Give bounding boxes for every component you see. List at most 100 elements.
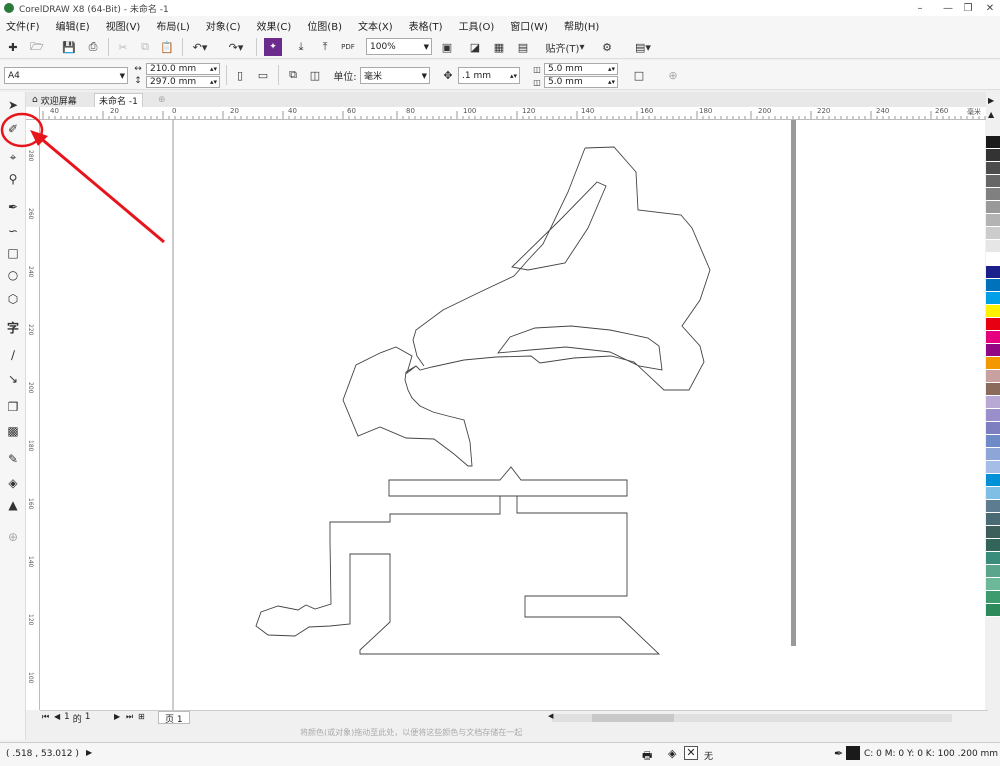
- search-content-icon[interactable]: ✦: [264, 38, 282, 56]
- palette-swatch[interactable]: [986, 539, 1000, 552]
- maximize-button[interactable]: ❐: [956, 0, 980, 16]
- palette-swatch[interactable]: [986, 162, 1000, 175]
- palette-swatch[interactable]: [986, 578, 1000, 591]
- menu-tools[interactable]: 工具(O): [459, 18, 495, 33]
- scrollbar-thumb[interactable]: [592, 714, 674, 722]
- page-width-field[interactable]: 210.0 mm ▴▾: [146, 63, 220, 75]
- palette-swatch[interactable]: [986, 526, 1000, 539]
- expand-panel-icon[interactable]: ▶: [988, 96, 994, 105]
- paste-icon[interactable]: 📋: [158, 38, 176, 56]
- close-button[interactable]: ✕: [978, 0, 1000, 16]
- palette-swatch[interactable]: [986, 487, 1000, 500]
- menu-help[interactable]: 帮助(H): [564, 18, 599, 33]
- horn-inner-highlight[interactable]: [511, 181, 607, 271]
- palette-swatch[interactable]: [986, 344, 1000, 357]
- palette-swatch[interactable]: [986, 448, 1000, 461]
- palette-swatch[interactable]: [986, 565, 1000, 578]
- palette-swatch[interactable]: [986, 214, 1000, 227]
- palette-swatch[interactable]: [986, 409, 1000, 422]
- menu-bitmaps[interactable]: 位图(B): [307, 18, 342, 33]
- show-guidelines-icon[interactable]: ▤: [514, 38, 532, 56]
- palette-swatch[interactable]: [986, 175, 1000, 188]
- open-folder-icon[interactable]: 🗁: [26, 38, 48, 56]
- minimize-icon[interactable]: –: [908, 0, 932, 16]
- no-fill-swatch[interactable]: ✕: [684, 746, 698, 760]
- export-icon[interactable]: ⤒: [316, 38, 334, 56]
- treat-as-filled-icon[interactable]: □: [630, 66, 648, 84]
- page-size-select[interactable]: A4 ▼: [4, 67, 128, 84]
- palette-swatch[interactable]: [986, 461, 1000, 474]
- undo-icon[interactable]: ↶▾: [188, 38, 212, 56]
- palette-swatch[interactable]: [986, 500, 1000, 513]
- all-pages-icon[interactable]: ⧉: [284, 66, 302, 84]
- tab-welcome[interactable]: ⌂ 欢迎屏幕: [28, 93, 81, 107]
- menu-window[interactable]: 窗口(W): [510, 18, 548, 33]
- new-document-icon[interactable]: ✚: [4, 38, 22, 56]
- page-height-field[interactable]: 297.0 mm ▴▾: [146, 76, 220, 88]
- horn-and-arm-outline[interactable]: [342, 146, 711, 467]
- palette-swatch[interactable]: [986, 552, 1000, 565]
- landscape-icon[interactable]: ▭: [254, 66, 272, 84]
- gramophone-body[interactable]: [255, 496, 661, 655]
- palette-swatch[interactable]: [986, 279, 1000, 292]
- duplicate-y-field[interactable]: 5.0 mm ▴▾: [544, 76, 618, 88]
- current-page-icon[interactable]: ◫: [306, 66, 324, 84]
- application-launcher-icon[interactable]: ▤▾: [628, 38, 658, 56]
- smart-fill-icon[interactable]: ▲: [4, 496, 22, 514]
- cut-icon[interactable]: ✂: [114, 38, 132, 56]
- redo-icon[interactable]: ↷▾: [224, 38, 248, 56]
- scroll-up-icon[interactable]: ▲: [988, 110, 994, 119]
- full-screen-icon[interactable]: ▣: [438, 38, 456, 56]
- palette-swatch[interactable]: [986, 357, 1000, 370]
- first-page-icon[interactable]: ⏮: [42, 712, 49, 722]
- menu-edit[interactable]: 编辑(E): [56, 18, 90, 33]
- tab-document[interactable]: 未命名 -1: [94, 93, 143, 107]
- copy-icon[interactable]: ⧉: [136, 38, 154, 56]
- palette-swatch[interactable]: [986, 513, 1000, 526]
- nudge-distance-field[interactable]: .1 mm ▴▾: [458, 67, 520, 84]
- palette-swatch[interactable]: [986, 318, 1000, 331]
- palette-swatch[interactable]: [986, 370, 1000, 383]
- horizontal-scrollbar[interactable]: ◀: [548, 712, 952, 722]
- units-select[interactable]: 毫米 ▼: [360, 67, 430, 84]
- drop-shadow-icon[interactable]: ❐: [4, 398, 22, 416]
- palette-swatch[interactable]: [986, 188, 1000, 201]
- horn-left-edge[interactable]: [412, 147, 586, 367]
- save-icon[interactable]: 💾: [60, 38, 78, 56]
- palette-swatch[interactable]: [986, 396, 1000, 409]
- import-icon[interactable]: ⤓: [292, 38, 310, 56]
- menu-layout[interactable]: 布局(L): [156, 18, 189, 33]
- ellipse-icon[interactable]: ○: [4, 266, 22, 284]
- palette-swatch[interactable]: [986, 422, 1000, 435]
- parallel-dimension-icon[interactable]: ∕: [4, 346, 22, 364]
- palette-swatch[interactable]: [986, 435, 1000, 448]
- menu-view[interactable]: 视图(V): [106, 18, 141, 33]
- snap-to-menu[interactable]: 贴齐(T) ▾: [540, 38, 590, 56]
- outline-color-swatch[interactable]: [846, 746, 860, 760]
- menu-object[interactable]: 对象(C): [206, 18, 241, 33]
- palette-swatch[interactable]: [986, 253, 1000, 266]
- scroll-left-icon[interactable]: ◀: [548, 712, 553, 720]
- add-icon[interactable]: ⊕: [664, 66, 682, 84]
- palette-swatch[interactable]: [986, 331, 1000, 344]
- color-proof-icon[interactable]: 🖶: [642, 747, 652, 766]
- palette-swatch[interactable]: [986, 240, 1000, 253]
- turntable-top[interactable]: [388, 466, 628, 497]
- portrait-icon[interactable]: ▯: [232, 66, 248, 84]
- duplicate-x-field[interactable]: 5.0 mm ▴▾: [544, 63, 618, 75]
- horn-bell-inner[interactable]: [497, 325, 663, 371]
- page-tab[interactable]: 页 1: [158, 711, 190, 725]
- next-page-icon[interactable]: ▶: [114, 712, 120, 721]
- palette-swatch[interactable]: [986, 136, 1000, 149]
- show-rulers-icon[interactable]: ◪: [466, 38, 484, 56]
- color-palette[interactable]: [986, 136, 1000, 720]
- drawing-canvas[interactable]: [40, 120, 985, 710]
- palette-swatch[interactable]: [986, 149, 1000, 162]
- palette-swatch[interactable]: [986, 474, 1000, 487]
- interactive-fill-icon[interactable]: ◈: [4, 474, 22, 492]
- palette-swatch[interactable]: [986, 201, 1000, 214]
- prev-page-icon[interactable]: ◀: [54, 712, 60, 721]
- palette-swatch[interactable]: [986, 383, 1000, 396]
- palette-swatch[interactable]: [986, 604, 1000, 617]
- new-tab-icon[interactable]: ⊕: [154, 93, 170, 107]
